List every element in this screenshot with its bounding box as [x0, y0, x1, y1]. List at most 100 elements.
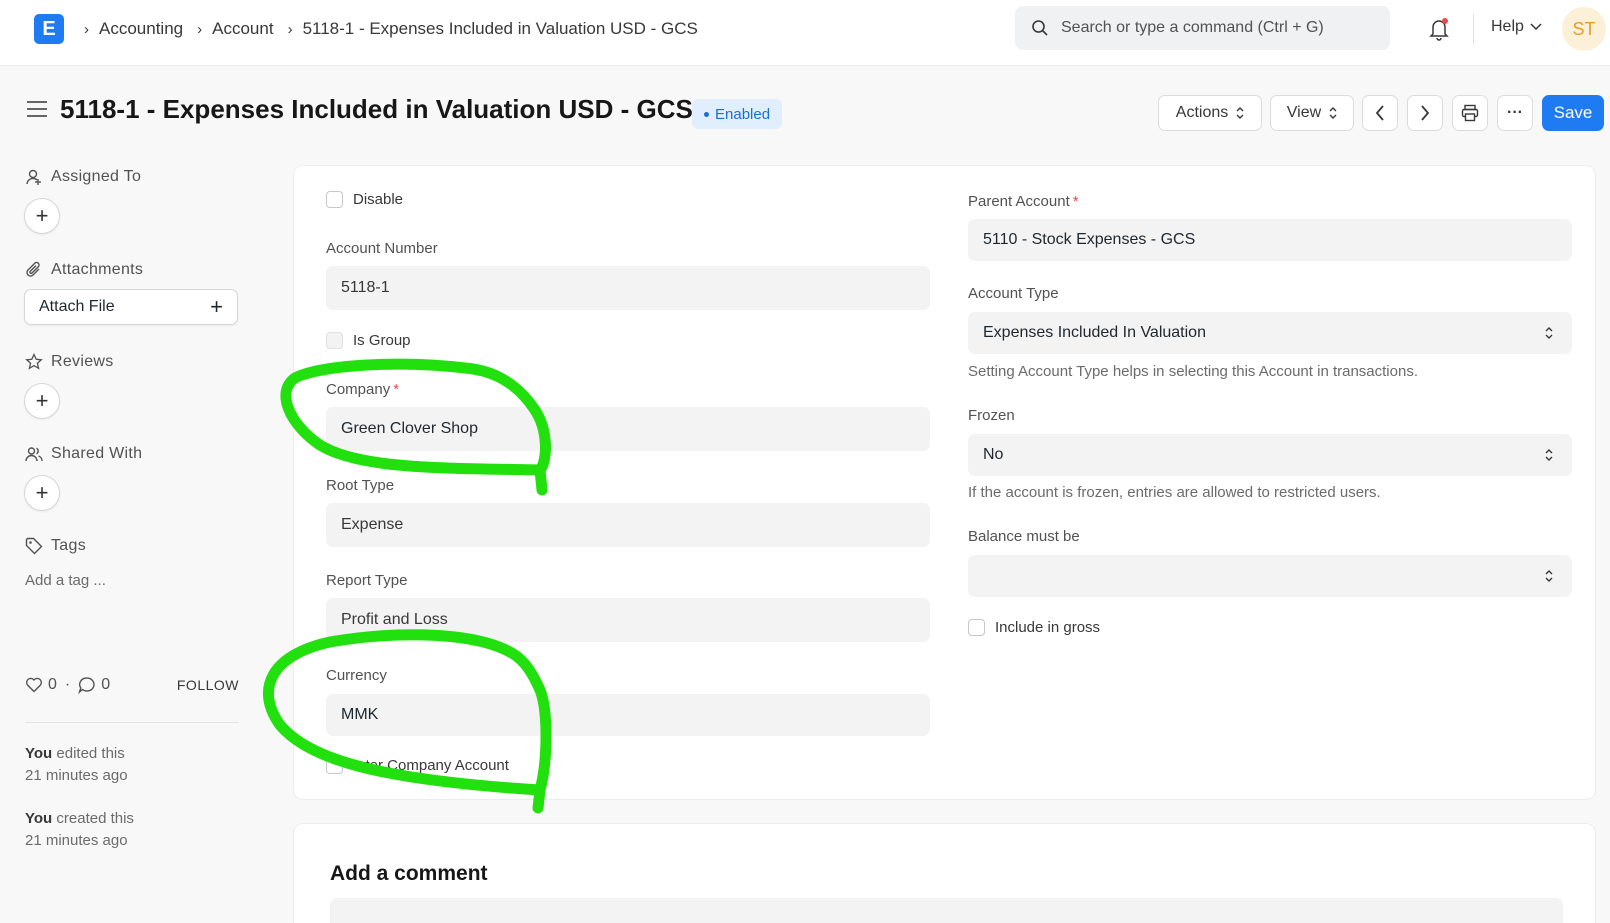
chevron-down-icon: [1530, 23, 1542, 31]
stats-separator: ·: [64, 676, 71, 693]
tags-label: Tags: [51, 537, 86, 554]
parent-account-field[interactable]: 5110 - Stock Expenses - GCS: [968, 219, 1572, 261]
save-button[interactable]: Save: [1542, 95, 1604, 131]
page-title: 5118-1 - Expenses Included in Valuation …: [60, 94, 693, 124]
balance-select[interactable]: [968, 555, 1572, 597]
follow-button[interactable]: FOLLOW: [177, 677, 239, 693]
select-arrows-icon: [1545, 327, 1553, 339]
attach-file-button[interactable]: Attach File +: [24, 289, 238, 325]
root-type-label: Root Type: [326, 477, 395, 494]
breadcrumb-accounting[interactable]: Accounting: [99, 19, 183, 39]
add-share-button[interactable]: +: [24, 475, 60, 511]
chevron-right-icon: ›: [287, 20, 293, 38]
reviews-section: Reviews: [25, 353, 114, 371]
frozen-select[interactable]: No: [968, 434, 1572, 476]
add-review-button[interactable]: +: [24, 383, 60, 419]
users-icon: [25, 447, 43, 462]
tag-icon: [25, 537, 43, 555]
account-number-field[interactable]: 5118-1: [326, 266, 930, 310]
include-gross-label: Include in gross: [995, 619, 1101, 636]
status-badge: Enabled: [692, 99, 783, 129]
comment-input[interactable]: [330, 898, 1563, 923]
report-type-field: Profit and Loss: [326, 598, 930, 642]
add-assignee-button[interactable]: +: [24, 198, 60, 234]
frozen-value: No: [983, 446, 1004, 463]
checkbox-box[interactable]: [326, 757, 343, 774]
inter-company-label: Inter Company Account: [353, 757, 509, 774]
comment-section-title: Add a comment: [330, 862, 488, 885]
chevron-right-icon: ›: [197, 20, 203, 38]
balance-label: Balance must be: [968, 528, 1080, 545]
currency-field[interactable]: MMK: [326, 694, 930, 736]
select-arrows-icon: [1545, 570, 1553, 582]
activity-item: You edited this 21 minutes ago: [25, 743, 128, 787]
previous-button[interactable]: [1362, 95, 1398, 131]
engagement-stats: 0 · 0 FOLLOW: [25, 676, 239, 694]
tags-section: Tags: [25, 537, 86, 555]
activity-action: edited this: [52, 745, 125, 762]
select-arrows-icon: [1545, 449, 1553, 461]
search-icon: [1032, 20, 1048, 36]
printer-icon: [1461, 104, 1479, 122]
is-group-checkbox[interactable]: Is Group: [326, 332, 411, 349]
activity-time: 21 minutes ago: [25, 767, 128, 784]
attachments-section: Attachments: [25, 261, 143, 279]
account-type-select[interactable]: Expenses Included In Valuation: [968, 312, 1572, 354]
comments-count: 0: [101, 676, 111, 693]
breadcrumb-current[interactable]: 5118-1 - Expenses Included in Valuation …: [303, 19, 698, 39]
help-dropdown[interactable]: Help: [1491, 18, 1542, 36]
actions-button[interactable]: Actions: [1158, 95, 1262, 131]
chevron-right-icon: [1421, 105, 1430, 121]
assigned-to-label: Assigned To: [51, 168, 142, 185]
account-number-label: Account Number: [326, 240, 438, 257]
status-badge-label: Enabled: [715, 105, 771, 123]
required-marker: *: [393, 381, 400, 398]
checkbox-box[interactable]: [326, 191, 343, 208]
is-group-label: Is Group: [353, 332, 411, 349]
sidebar-divider: [25, 722, 239, 723]
add-user-icon: [26, 169, 41, 185]
next-button[interactable]: [1407, 95, 1443, 131]
sidebar-toggle-icon[interactable]: [26, 100, 48, 123]
activity-action: created this: [52, 810, 134, 827]
account-type-help: Setting Account Type helps in selecting …: [968, 363, 1418, 380]
checkbox-box[interactable]: [968, 619, 985, 636]
nav-divider: [1473, 14, 1474, 44]
sort-icon: [1236, 107, 1244, 119]
assigned-to-section: Assigned To: [25, 168, 141, 186]
parent-account-label: Parent Account *: [968, 193, 1079, 210]
shared-with-label: Shared With: [51, 445, 143, 462]
attachments-label: Attachments: [51, 261, 144, 278]
frozen-help: If the account is frozen, entries are al…: [968, 484, 1381, 501]
add-tag-link[interactable]: Add a tag ...: [25, 572, 106, 589]
parent-account-label-text: Parent Account: [968, 193, 1070, 210]
frozen-label: Frozen: [968, 407, 1015, 424]
chevron-right-icon: ›: [84, 20, 89, 38]
inter-company-checkbox[interactable]: Inter Company Account: [326, 757, 509, 774]
view-button[interactable]: View: [1270, 95, 1354, 131]
chevron-left-icon: [1375, 105, 1384, 121]
notifications-bell-icon[interactable]: [1428, 17, 1450, 46]
help-label: Help: [1491, 18, 1524, 35]
likes-count: 0: [48, 676, 57, 693]
print-button[interactable]: [1452, 95, 1488, 131]
navbar: E › Accounting › Account › 5118-1 - Expe…: [0, 0, 1610, 66]
company-label-text: Company: [326, 381, 391, 398]
app-logo[interactable]: E: [34, 14, 64, 44]
more-button[interactable]: ···: [1497, 95, 1533, 131]
account-type-value: Expenses Included In Valuation: [983, 324, 1206, 341]
search-input[interactable]: Search or type a command (Ctrl + G): [1015, 6, 1390, 50]
shared-with-section: Shared With: [25, 445, 142, 463]
sort-icon: [1329, 107, 1337, 119]
company-field[interactable]: Green Clover Shop: [326, 407, 930, 451]
checkbox-box[interactable]: [326, 332, 343, 349]
include-gross-checkbox[interactable]: Include in gross: [968, 619, 1100, 636]
heart-icon[interactable]: [25, 677, 43, 693]
disable-checkbox[interactable]: Disable: [326, 191, 403, 208]
paperclip-icon: [26, 261, 40, 277]
disable-label: Disable: [353, 191, 404, 208]
avatar[interactable]: ST: [1562, 7, 1606, 51]
comment-icon[interactable]: [78, 676, 96, 694]
attach-file-label: Attach File: [39, 298, 115, 315]
breadcrumb-account[interactable]: Account: [212, 19, 273, 39]
